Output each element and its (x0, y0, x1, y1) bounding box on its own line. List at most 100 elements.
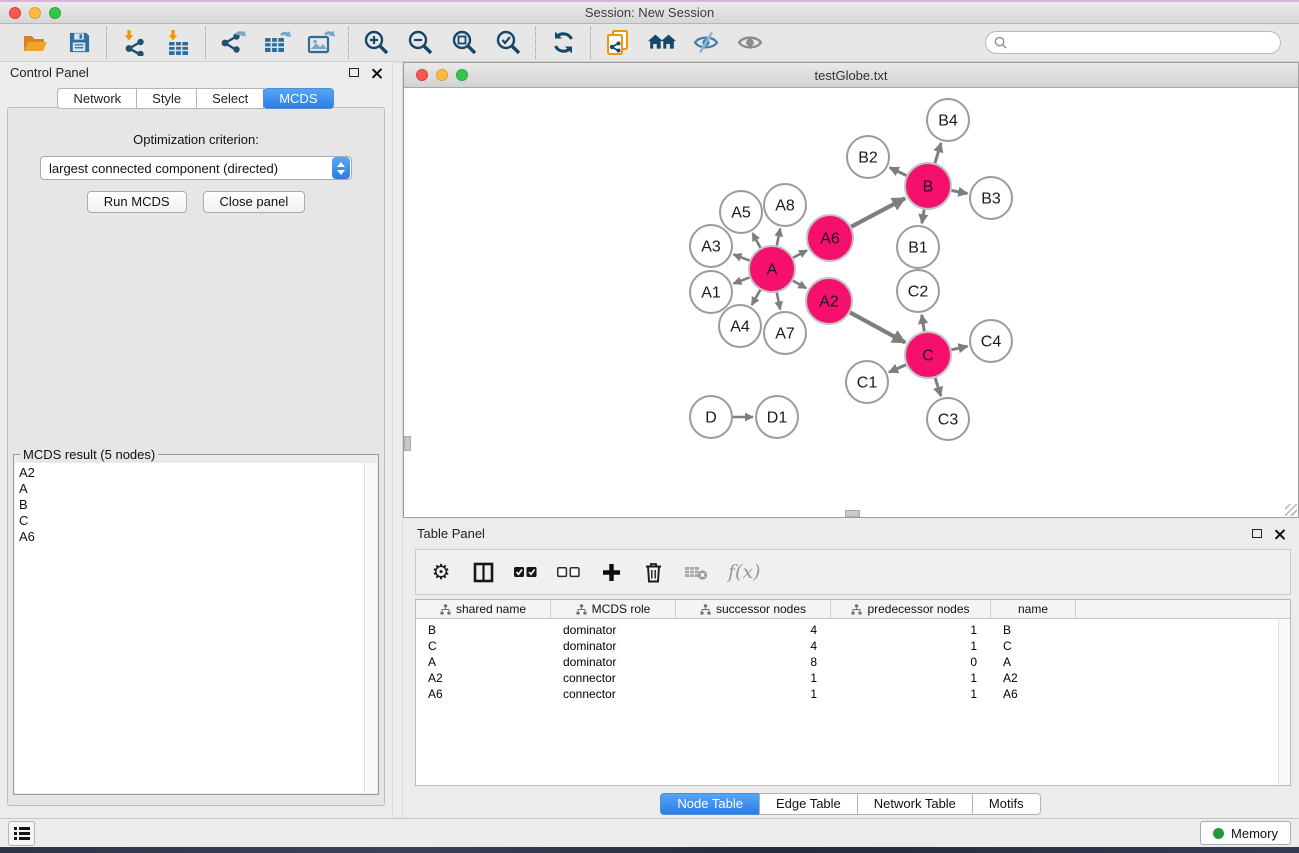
task-history-button[interactable] (8, 821, 35, 846)
node-A7[interactable]: A7 (764, 312, 806, 354)
save-session-icon[interactable] (64, 28, 94, 58)
zoom-selected-icon[interactable] (493, 28, 523, 58)
edge-A-A3[interactable] (733, 254, 749, 260)
tab-node-table[interactable]: Node Table (660, 793, 760, 815)
panel-splitter[interactable] (392, 62, 403, 818)
node-C2[interactable]: C2 (897, 270, 939, 312)
add-column-icon[interactable] (600, 559, 622, 585)
result-scrollbar[interactable] (364, 463, 377, 793)
node-B2[interactable]: B2 (847, 136, 889, 178)
edge-B-B4[interactable] (935, 143, 941, 163)
table-row[interactable]: Adominator80A (416, 654, 1278, 670)
bottom-scroll-thumb[interactable] (845, 510, 860, 517)
node-C3[interactable]: C3 (927, 398, 969, 440)
zoom-out-icon[interactable] (405, 28, 435, 58)
import-table-icon[interactable] (163, 28, 193, 58)
run-mcds-button[interactable]: Run MCDS (87, 191, 187, 213)
tab-network[interactable]: Network (57, 88, 137, 109)
node-A4[interactable]: A4 (719, 305, 761, 347)
result-item[interactable]: B (19, 497, 360, 513)
edge-A2-C[interactable] (850, 312, 905, 342)
node-D[interactable]: D (690, 396, 732, 438)
main-titlebar[interactable]: Session: New Session (0, 2, 1299, 24)
node-A6[interactable]: A6 (807, 215, 853, 261)
resize-grip[interactable] (1285, 504, 1297, 516)
tab-edge-table[interactable]: Edge Table (759, 793, 858, 815)
memory-button[interactable]: Memory (1200, 821, 1291, 845)
export-network-icon[interactable] (218, 28, 248, 58)
result-item[interactable]: A6 (19, 529, 360, 545)
node-C1[interactable]: C1 (846, 361, 888, 403)
edge-B-B3[interactable] (952, 190, 968, 193)
zoom-fit-icon[interactable] (449, 28, 479, 58)
edge-A-A2[interactable] (793, 281, 806, 289)
edge-B-B1[interactable] (922, 210, 924, 224)
tab-select[interactable]: Select (196, 88, 264, 109)
node-C4[interactable]: C4 (970, 320, 1012, 362)
left-scroll-thumb[interactable] (404, 436, 411, 451)
node-B3[interactable]: B3 (970, 177, 1012, 219)
tab-network-table[interactable]: Network Table (857, 793, 973, 815)
import-network-icon[interactable] (119, 28, 149, 58)
close-panel-icon[interactable] (371, 67, 382, 78)
result-item[interactable]: C (19, 513, 360, 529)
table-scrollbar[interactable] (1278, 619, 1290, 785)
mcds-result-list[interactable]: A2ABCA6 (15, 463, 364, 793)
network-home-icon[interactable] (647, 28, 677, 58)
refresh-icon[interactable] (548, 28, 578, 58)
open-session-icon[interactable] (20, 28, 50, 58)
table-row[interactable]: Cdominator41C (416, 638, 1278, 654)
float-panel-icon[interactable] (349, 68, 359, 77)
close-panel-button[interactable]: Close panel (203, 191, 306, 213)
column-header[interactable]: shared name (416, 600, 551, 618)
deselect-all-icon[interactable] (557, 559, 580, 585)
node-A1[interactable]: A1 (690, 271, 732, 313)
network-window-titlebar[interactable]: testGlobe.txt (404, 63, 1298, 88)
search-field[interactable] (985, 31, 1281, 54)
edge-A-A1[interactable] (733, 277, 749, 283)
table-row[interactable]: Bdominator41B (416, 622, 1278, 638)
table-options-gear-icon[interactable]: ⚙ (430, 559, 452, 585)
table-row[interactable]: A2connector11A2 (416, 670, 1278, 686)
edge-B-B2[interactable] (890, 167, 907, 175)
node-B4[interactable]: B4 (927, 99, 969, 141)
hide-details-icon[interactable] (691, 28, 721, 58)
node-A3[interactable]: A3 (690, 225, 732, 267)
node-A8[interactable]: A8 (764, 184, 806, 226)
column-header[interactable]: successor nodes (676, 600, 831, 618)
edge-C-C3[interactable] (935, 378, 941, 396)
edge-A-A6[interactable] (793, 250, 807, 257)
result-item[interactable]: A (19, 481, 360, 497)
column-header[interactable]: name (991, 600, 1076, 618)
edge-C-C4[interactable] (951, 346, 967, 350)
delete-column-icon[interactable] (642, 559, 664, 585)
export-table-icon[interactable] (262, 28, 292, 58)
select-all-icon[interactable] (514, 559, 537, 585)
edge-A-A8[interactable] (777, 229, 780, 246)
node-C[interactable]: C (905, 332, 951, 378)
node-A2[interactable]: A2 (806, 278, 852, 324)
zoom-in-icon[interactable] (361, 28, 391, 58)
node-B1[interactable]: B1 (897, 226, 939, 268)
float-table-panel-icon[interactable] (1252, 529, 1262, 538)
column-header[interactable]: MCDS role (551, 600, 676, 618)
result-item[interactable]: A2 (19, 465, 360, 481)
edge-C-C1[interactable] (889, 365, 906, 373)
criterion-select[interactable]: largest connected component (directed) (40, 156, 352, 180)
search-input[interactable] (1012, 36, 1272, 50)
close-table-panel-icon[interactable] (1274, 528, 1285, 539)
node-A5[interactable]: A5 (720, 191, 762, 233)
node-A[interactable]: A (749, 246, 795, 292)
tab-motifs[interactable]: Motifs (972, 793, 1041, 815)
show-details-icon[interactable] (735, 28, 765, 58)
column-header[interactable]: predecessor nodes (831, 600, 991, 618)
edge-A-A4[interactable] (752, 290, 761, 305)
tab-mcds[interactable]: MCDS (263, 88, 333, 109)
function-builder-icon[interactable]: f(x) (728, 559, 761, 585)
node-B[interactable]: B (905, 163, 951, 209)
table-row[interactable]: A6connector11A6 (416, 686, 1278, 702)
edge-A6-B[interactable] (851, 198, 905, 227)
node-D1[interactable]: D1 (756, 396, 798, 438)
show-columns-icon[interactable] (472, 559, 494, 585)
network-canvas[interactable]: B4 B2 B B3 A8A5 A6 A3 B1 A C2 A1 A2 A4A7 C4 C C1 C3 D D1 (404, 88, 1298, 517)
